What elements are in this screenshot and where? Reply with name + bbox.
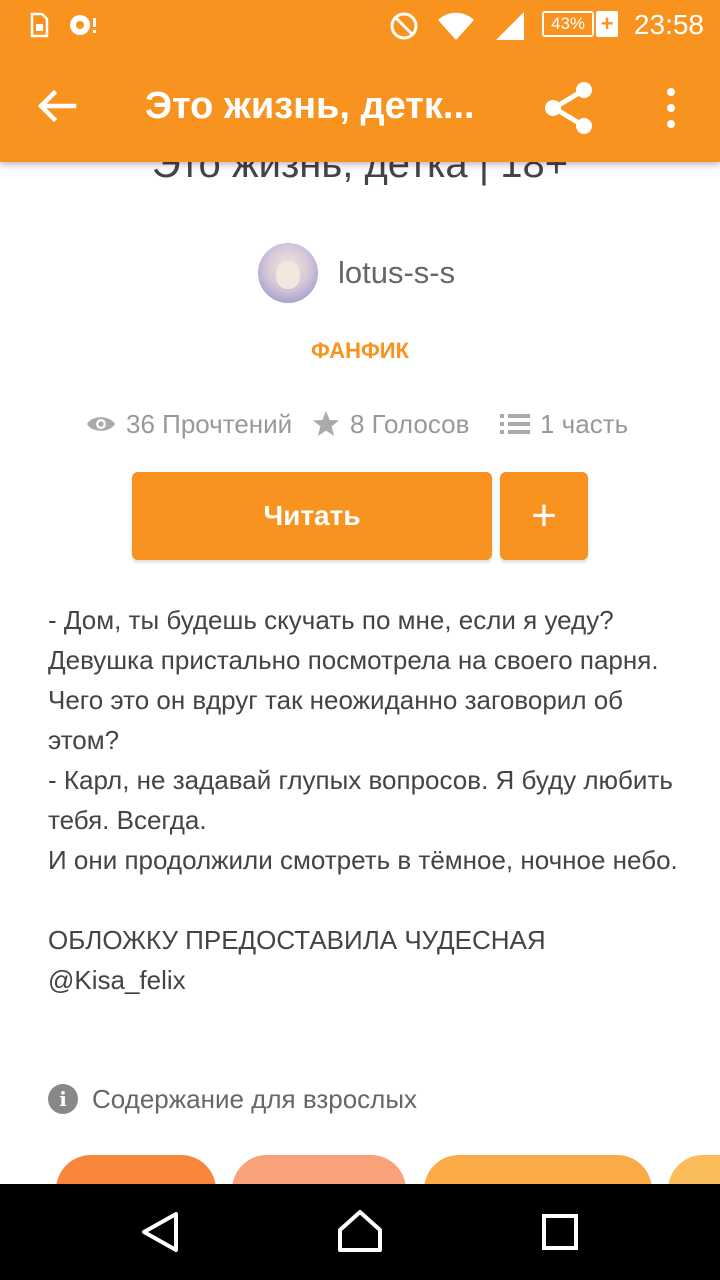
battery-icon: 43% (542, 11, 594, 37)
home-icon[interactable] (330, 1202, 390, 1262)
author-name[interactable]: lotus-s-s (338, 255, 455, 291)
description-blank-line (48, 880, 688, 920)
back-triangle-icon[interactable] (130, 1202, 190, 1262)
description-line: - Карл, не задавай глупых вопросов. Я бу… (48, 765, 673, 835)
mature-content-notice: i Содержание для взрослых (48, 1078, 417, 1120)
clock: 23:58 (633, 9, 704, 40)
more-vertical-icon[interactable] (656, 80, 686, 136)
description-line: И они продолжили смотреть в тёмное, ночн… (48, 845, 678, 875)
tags-row (0, 1155, 720, 1185)
tag-chip[interactable] (424, 1155, 652, 1185)
share-icon[interactable] (540, 80, 596, 136)
wifi-icon (438, 12, 474, 40)
parts-stat: 1 часть (500, 400, 628, 448)
battery-charging-icon: + (596, 11, 618, 37)
app-toolbar: Это жизнь, детк... (0, 50, 720, 162)
reads-count: 36 Прочтений (126, 408, 293, 439)
recents-icon[interactable] (530, 1202, 590, 1262)
toolbar-title: Это жизнь, детк... (145, 85, 475, 127)
description-line: ОБЛОЖКУ ПРЕДОСТАВИЛА ЧУДЕСНАЯ @Kisa_feli… (48, 925, 546, 995)
add-to-library-button[interactable]: + (500, 472, 588, 560)
list-icon (500, 414, 530, 434)
system-nav-bar (0, 1184, 720, 1280)
story-type-badge: ФАНФИК (310, 338, 410, 363)
votes-count: 8 Голосов (350, 408, 470, 439)
eye-icon (87, 417, 115, 431)
mature-content-label: Содержание для взрослых (92, 1083, 418, 1114)
back-arrow-icon[interactable] (34, 84, 78, 128)
reads-stat: 36 Прочтений (86, 400, 292, 448)
no-disturb-icon (390, 12, 418, 40)
votes-stat: 8 Голосов (312, 400, 469, 448)
avatar[interactable] (258, 243, 318, 303)
battery-level: 43% (550, 14, 586, 33)
parts-count: 1 часть (540, 408, 629, 439)
description-line: Девушка пристально посмотрела на своего … (48, 645, 659, 755)
sim-icon (30, 12, 49, 38)
author-row[interactable]: lotus-s-s (258, 243, 455, 303)
signal-icon (496, 12, 524, 40)
read-button[interactable]: Читать (132, 472, 492, 560)
info-icon: i (48, 1084, 78, 1114)
description-line: - Дом, ты будешь скучать по мне, если я … (48, 605, 614, 635)
tag-chip[interactable] (668, 1155, 720, 1185)
tag-chip[interactable] (56, 1155, 216, 1185)
star-icon (313, 411, 339, 436)
story-description: - Дом, ты будешь скучать по мне, если я … (48, 600, 688, 1000)
status-bar: 43% + 23:58 (0, 0, 720, 50)
tag-chip[interactable] (232, 1155, 406, 1185)
record-icon (70, 15, 96, 35)
